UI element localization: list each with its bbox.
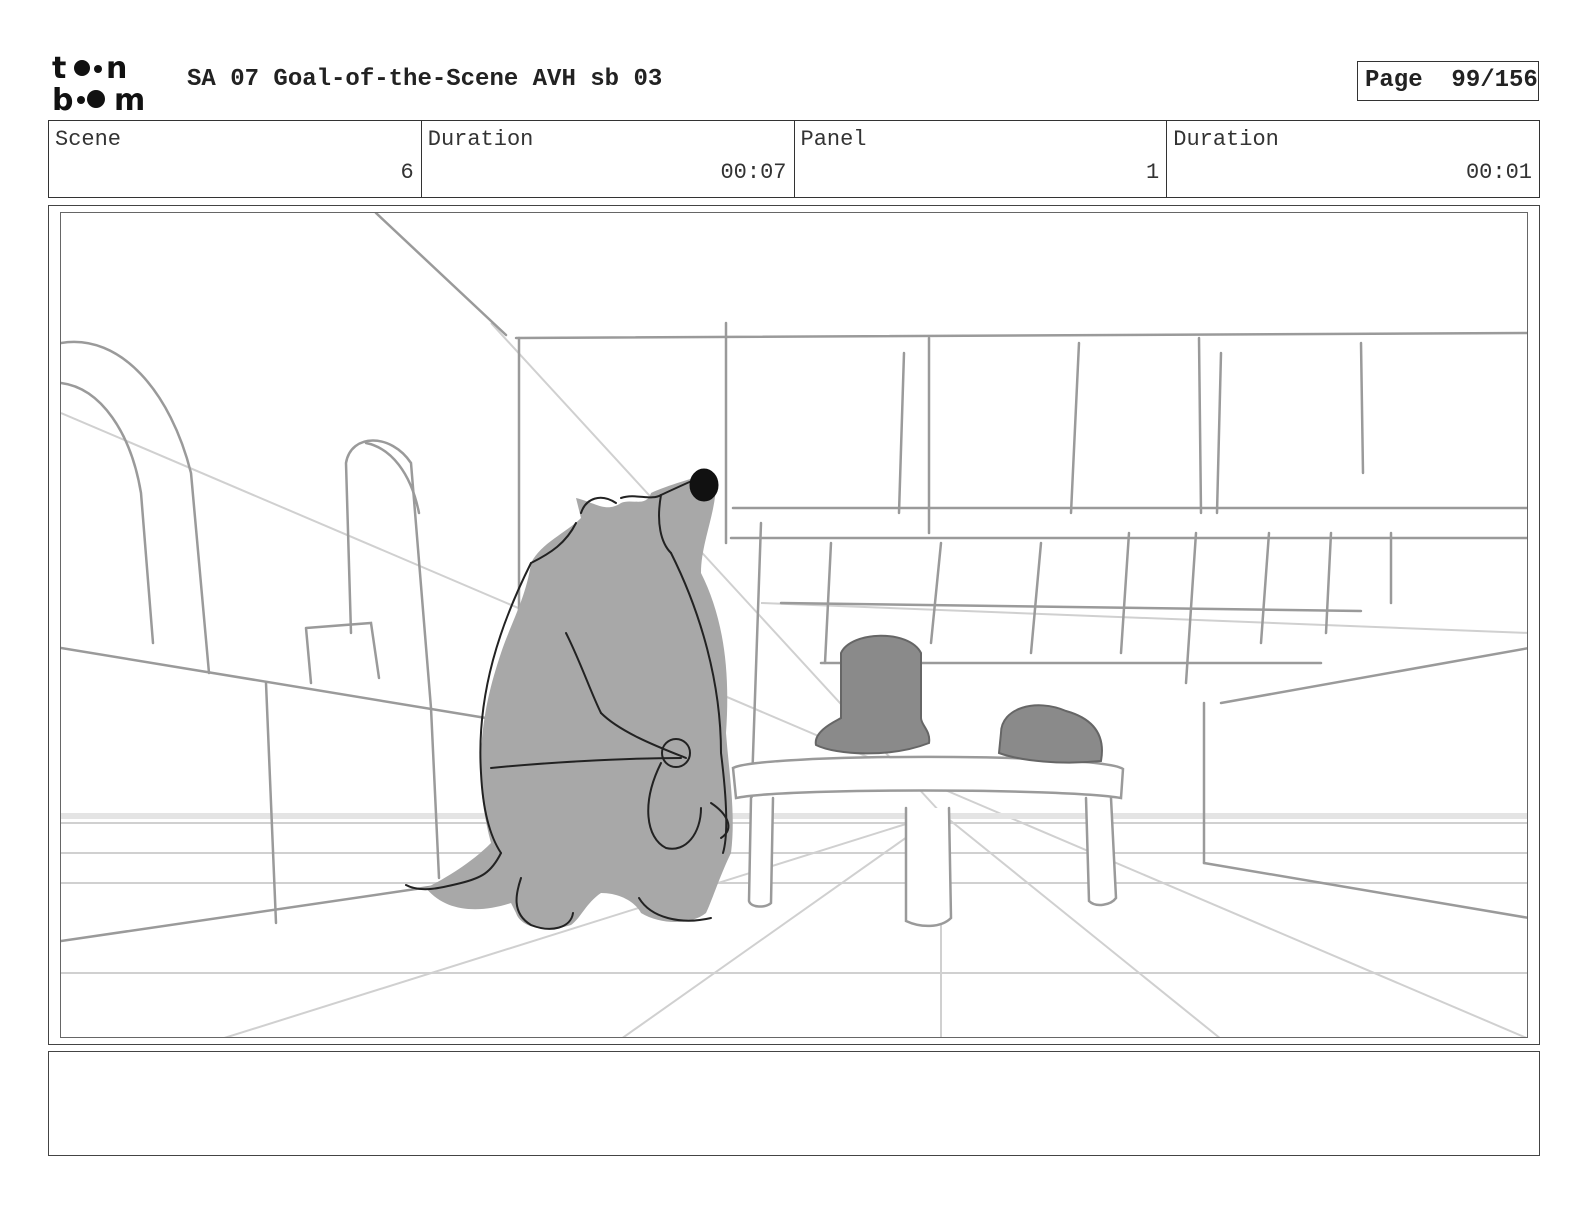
toon-boom-logo: t n b m [50, 50, 168, 118]
page-indicator: Page 99/156 [1357, 61, 1539, 101]
panel-duration-value: 00:01 [1465, 160, 1532, 185]
panel-value: 1 [1146, 160, 1160, 185]
scene-cell: Scene 6 [49, 121, 422, 197]
wolf-nose [689, 468, 719, 502]
perspective-guides [61, 322, 1527, 1037]
page-label: Page [1365, 67, 1423, 94]
panel-duration-label: Duration [1173, 127, 1279, 152]
page-number: 99/156 [1451, 67, 1538, 94]
panel-sketch [61, 213, 1527, 1037]
scene-label: Scene [55, 127, 122, 152]
storyboard-title: SA 07 Goal-of-the-Scene AVH sb 03 [187, 66, 663, 93]
wolf-character-sketch [405, 468, 733, 930]
panel-label: Panel [800, 127, 867, 152]
panel-cell: Panel 1 [795, 121, 1168, 197]
scene-duration-label: Duration [427, 127, 534, 152]
svg-text:m: m [114, 83, 145, 114]
scene-duration-value: 00:07 [720, 160, 787, 185]
bag-sketch [997, 704, 1103, 764]
room-sketch [61, 213, 1527, 943]
svg-text:n: n [106, 51, 127, 86]
panel-notes-box [48, 1051, 1540, 1156]
scene-value: 6 [400, 160, 414, 185]
panel-duration-cell: Duration 00:01 [1167, 121, 1539, 197]
storyboard-panel-image [60, 212, 1528, 1038]
svg-text:t: t [52, 51, 66, 86]
scene-duration-cell: Duration 00:07 [422, 121, 795, 197]
svg-text:b: b [52, 83, 73, 114]
scene-info-table: Scene 6 Duration 00:07 Panel 1 Duration … [48, 120, 1540, 198]
arches-sketch [61, 340, 433, 710]
